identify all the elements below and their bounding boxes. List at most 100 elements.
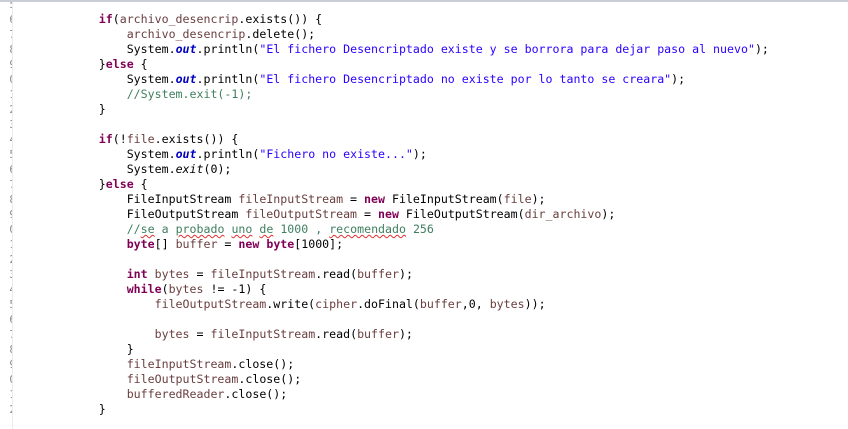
code-token: fileInputStream (238, 192, 344, 206)
code-line[interactable] (15, 0, 769, 12)
code-token: buffer (357, 327, 399, 341)
code-line[interactable] (15, 252, 769, 267)
code-line[interactable]: bytes = fileInputStream.read(buffer); (15, 327, 769, 342)
line-number: 2 (0, 252, 12, 267)
code-token: fileOutputStream (154, 297, 267, 311)
code-line[interactable]: fileInputStream.close(); (15, 357, 769, 372)
code-token: new (238, 237, 260, 251)
code-token: 256 (405, 222, 434, 236)
code-token: System. (126, 42, 176, 56)
code-line[interactable]: if(!file.exists()) { (15, 132, 769, 147)
code-token: exit (175, 162, 204, 176)
code-token: int (126, 267, 148, 281)
line-number: 7 (0, 177, 12, 192)
code-token: = (357, 207, 378, 221)
code-token: System. (126, 147, 176, 161)
code-token: .close(); (224, 387, 288, 401)
code-line[interactable]: System.out.println("El fichero Desencrip… (15, 72, 769, 87)
code-token: = (189, 267, 211, 281)
code-line[interactable]: while(bytes != -1) { (15, 282, 769, 297)
code-line[interactable]: } (15, 342, 769, 357)
code-token: out (175, 42, 197, 56)
code-line[interactable]: } (15, 402, 769, 417)
code-token: ); (398, 267, 413, 281)
code-token: uno (231, 222, 253, 236)
code-line[interactable]: if(archivo_desencrip.exists()) { (15, 12, 769, 27)
code-line[interactable]: archivo_desencrip.delete(); (15, 27, 769, 42)
code-token: ( (161, 282, 169, 296)
code-token: .println( (196, 147, 260, 161)
code-token: .println( (196, 42, 260, 56)
code-token: System. (126, 72, 176, 86)
line-number: 2 (0, 102, 12, 117)
code-token: bufferedReader (126, 387, 225, 401)
code-token: .println( (196, 72, 260, 86)
code-token: while (126, 282, 162, 296)
code-token: FileInputStream (126, 192, 239, 206)
code-token: } (98, 57, 106, 71)
code-token: FileOutputStream (126, 207, 246, 221)
code-token: else (105, 177, 134, 191)
code-line[interactable]: } (15, 102, 769, 117)
line-number: 1 (0, 237, 12, 252)
code-token: .exists()) { (238, 12, 323, 26)
code-token: = (189, 327, 211, 341)
code-token: != -1) { (203, 282, 267, 296)
code-line[interactable] (15, 117, 769, 132)
code-line[interactable]: int bytes = fileInputStream.read(buffer)… (15, 267, 769, 282)
code-line[interactable]: FileInputStream fileInputStream = new Fi… (15, 192, 769, 207)
code-line[interactable]: bufferedReader.close(); (15, 387, 769, 402)
code-token: new (378, 207, 399, 221)
line-number: 0 (0, 72, 12, 87)
code-line[interactable]: fileOutputStream.close(); (15, 372, 769, 387)
code-token: [] (154, 237, 176, 251)
code-token: file (126, 132, 155, 146)
code-line[interactable]: //System.exit(-1); (15, 87, 769, 102)
line-number: 8 (0, 192, 12, 207)
code-editor[interactable]: if(archivo_desencrip.exists()) { archivo… (15, 0, 769, 417)
code-line[interactable]: FileOutputStream fileOutputStream = new … (15, 207, 769, 222)
code-token: ); (398, 327, 413, 341)
line-number: 7 (0, 27, 12, 42)
code-token: .read( (315, 267, 358, 281)
code-line[interactable]: //se a probado uno de 1000 , recomendado… (15, 222, 769, 237)
code-line[interactable]: }else { (15, 57, 769, 72)
code-token: } (126, 342, 134, 356)
code-line[interactable]: }else { (15, 177, 769, 192)
code-token: FileInputStream( (384, 192, 504, 206)
code-token: bytes (168, 282, 204, 296)
code-token: se (140, 222, 155, 236)
code-token: "El fichero Desencriptado no existe por … (259, 72, 672, 86)
code-token: if (98, 132, 113, 146)
code-token: .doFinal( (357, 297, 420, 311)
code-line[interactable] (15, 312, 769, 327)
code-token: } (98, 102, 106, 116)
code-token: 1000 , (273, 222, 330, 236)
code-token: (0); (203, 162, 232, 176)
code-token: ); (671, 72, 686, 86)
code-line[interactable]: byte[] buffer = new byte[1000]; (15, 237, 769, 252)
line-number: 4 (0, 282, 12, 297)
code-token: { (133, 57, 148, 71)
line-number: 3 (0, 117, 12, 132)
code-line[interactable]: fileOutputStream.write(cipher.doFinal(bu… (15, 297, 769, 312)
line-number: 0 (0, 222, 12, 237)
code-line[interactable]: System.out.println("El fichero Desencrip… (15, 42, 769, 57)
code-token: .write( (266, 297, 316, 311)
code-token: .read( (315, 327, 358, 341)
code-token: bytes (489, 297, 525, 311)
line-number: 2 (0, 402, 12, 417)
line-number: 0 (0, 372, 12, 387)
code-line[interactable]: System.out.println("Fichero no existe...… (15, 147, 769, 162)
code-line[interactable]: System.exit(0); (15, 162, 769, 177)
code-token: fileInputStream (210, 267, 316, 281)
